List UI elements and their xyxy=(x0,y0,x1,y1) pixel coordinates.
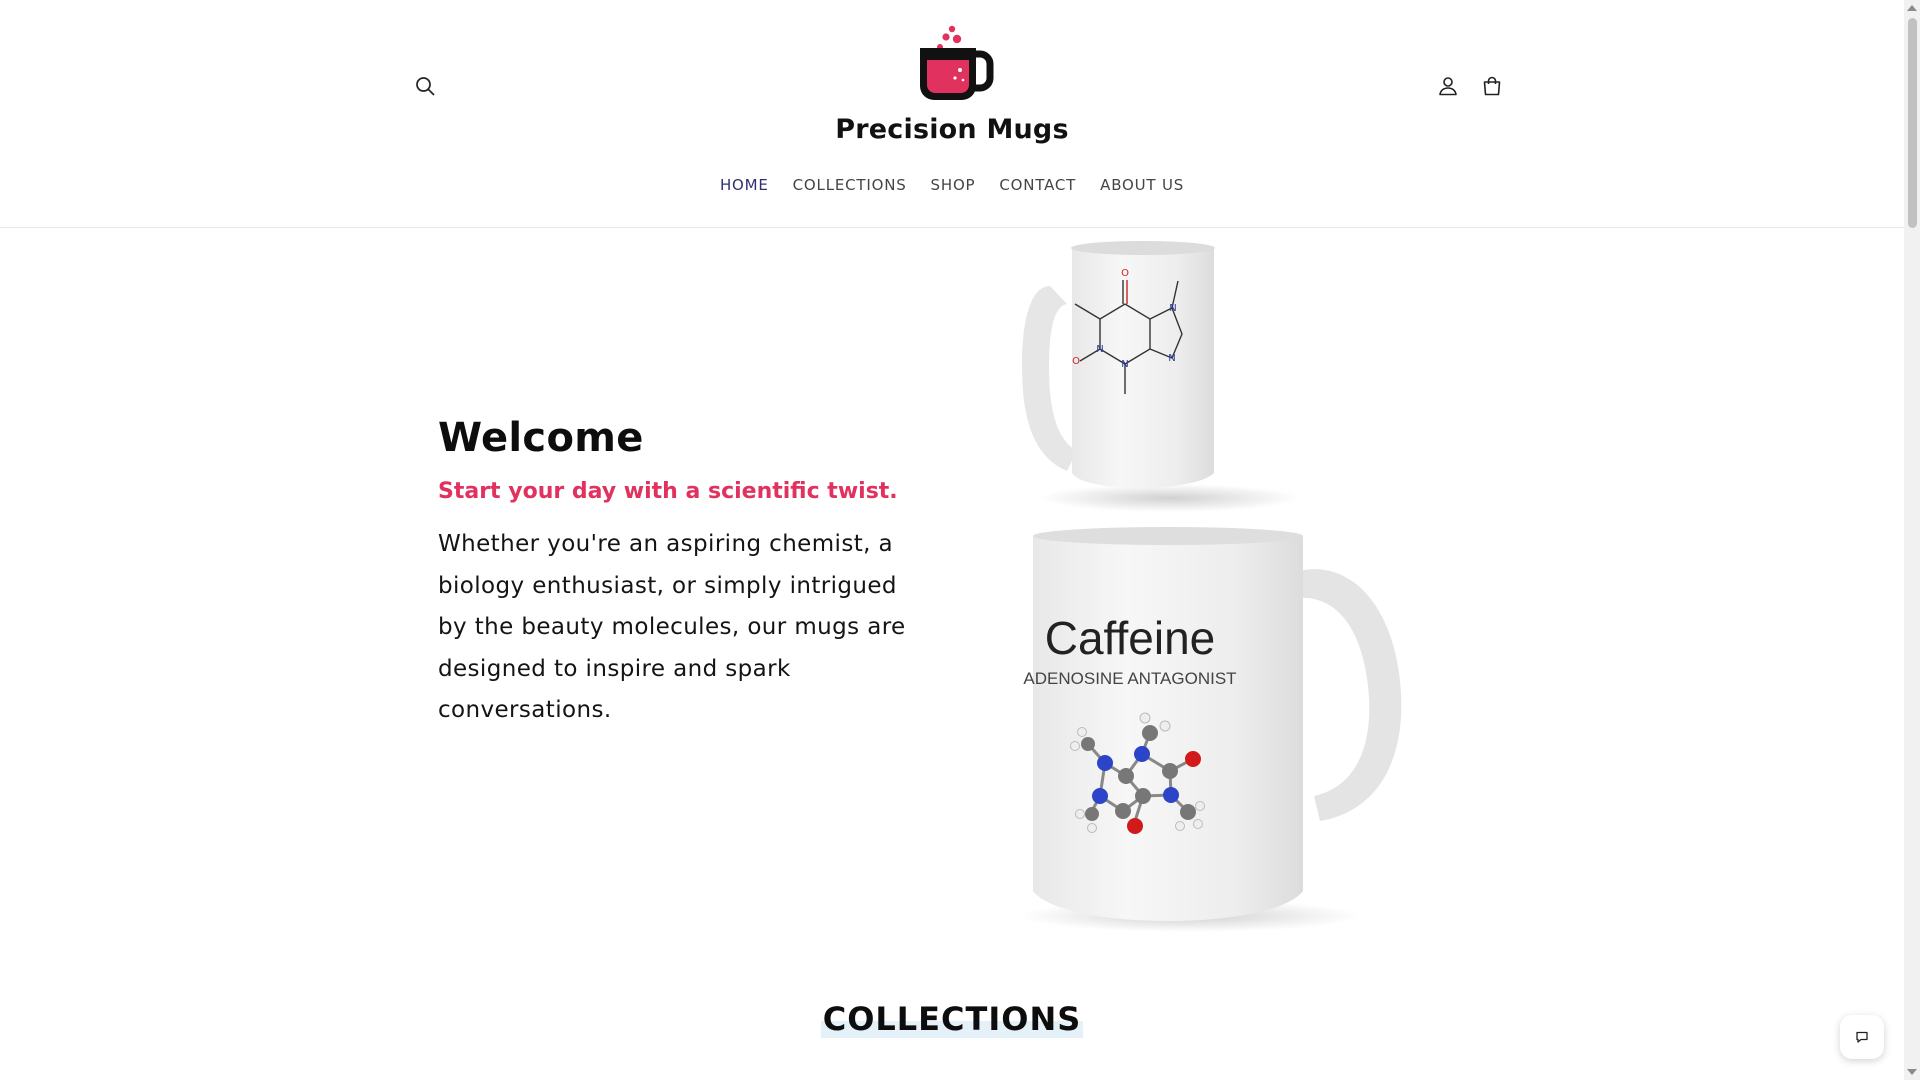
mug-title-text: Caffeine xyxy=(1045,612,1216,664)
scroll-up-arrow-icon[interactable] xyxy=(1907,5,1917,11)
search-button[interactable] xyxy=(403,64,447,108)
atom-label-o: O xyxy=(1121,268,1129,279)
nav-item-home[interactable]: HOME xyxy=(708,170,781,200)
site-logo-link[interactable]: Precision Mugs xyxy=(830,20,1074,150)
hero-mugs-image: O N N N N O Caffeine ADENOSINE ANTAGONIS… xyxy=(1020,241,1402,932)
mug-logo-icon xyxy=(920,25,994,100)
atom-label-n: N xyxy=(1169,303,1176,314)
cart-button[interactable] xyxy=(1470,64,1514,108)
scrollbar-thumb[interactable] xyxy=(1908,18,1917,228)
shopping-bag-icon xyxy=(1483,76,1501,96)
user-icon xyxy=(1439,77,1457,96)
large-mug-graphic: Caffeine ADENOSINE ANTAGONIST xyxy=(1020,527,1402,932)
search-icon xyxy=(416,77,435,96)
nav-item-about-us[interactable]: ABOUT US xyxy=(1088,170,1196,200)
atom-label-n: N xyxy=(1168,353,1175,364)
nav-item-collections[interactable]: COLLECTIONS xyxy=(781,170,919,200)
atom-label-o: O xyxy=(1072,356,1080,367)
hero-body: Whether you're an aspiring chemist, a bi… xyxy=(438,531,906,723)
hero-subtitle: Start your day with a scientific twist. xyxy=(438,479,898,504)
hero-title: Welcome xyxy=(438,415,644,461)
account-button[interactable] xyxy=(1426,64,1470,108)
nav-item-shop[interactable]: SHOP xyxy=(919,170,988,200)
page-scrollbar[interactable] xyxy=(1904,0,1920,1080)
brand-name: Precision Mugs xyxy=(835,114,1069,145)
main-nav: HOME COLLECTIONS SHOP CONTACT ABOUT US xyxy=(0,170,1904,200)
mug-subtitle-text: ADENOSINE ANTAGONIST xyxy=(1023,669,1236,688)
atom-label-n: N xyxy=(1121,359,1128,370)
site-header: Precision Mugs HOME COLLECTIONS SHOP CON… xyxy=(0,0,1904,228)
hero-text-block: Welcome Start your day with a scientific… xyxy=(438,415,938,732)
collections-heading: COLLECTIONS xyxy=(820,1000,1084,1038)
small-mug-graphic: O N N N N O xyxy=(1022,241,1300,512)
nav-item-contact[interactable]: CONTACT xyxy=(987,170,1088,200)
page: Precision Mugs HOME COLLECTIONS SHOP CON… xyxy=(0,0,1920,1080)
chat-widget-button[interactable] xyxy=(1840,1015,1884,1059)
scroll-down-arrow-icon[interactable] xyxy=(1907,1069,1917,1075)
collections-section: COLLECTIONS xyxy=(0,1000,1904,1038)
atom-label-n: N xyxy=(1096,344,1103,355)
chat-icon xyxy=(1856,1031,1868,1043)
